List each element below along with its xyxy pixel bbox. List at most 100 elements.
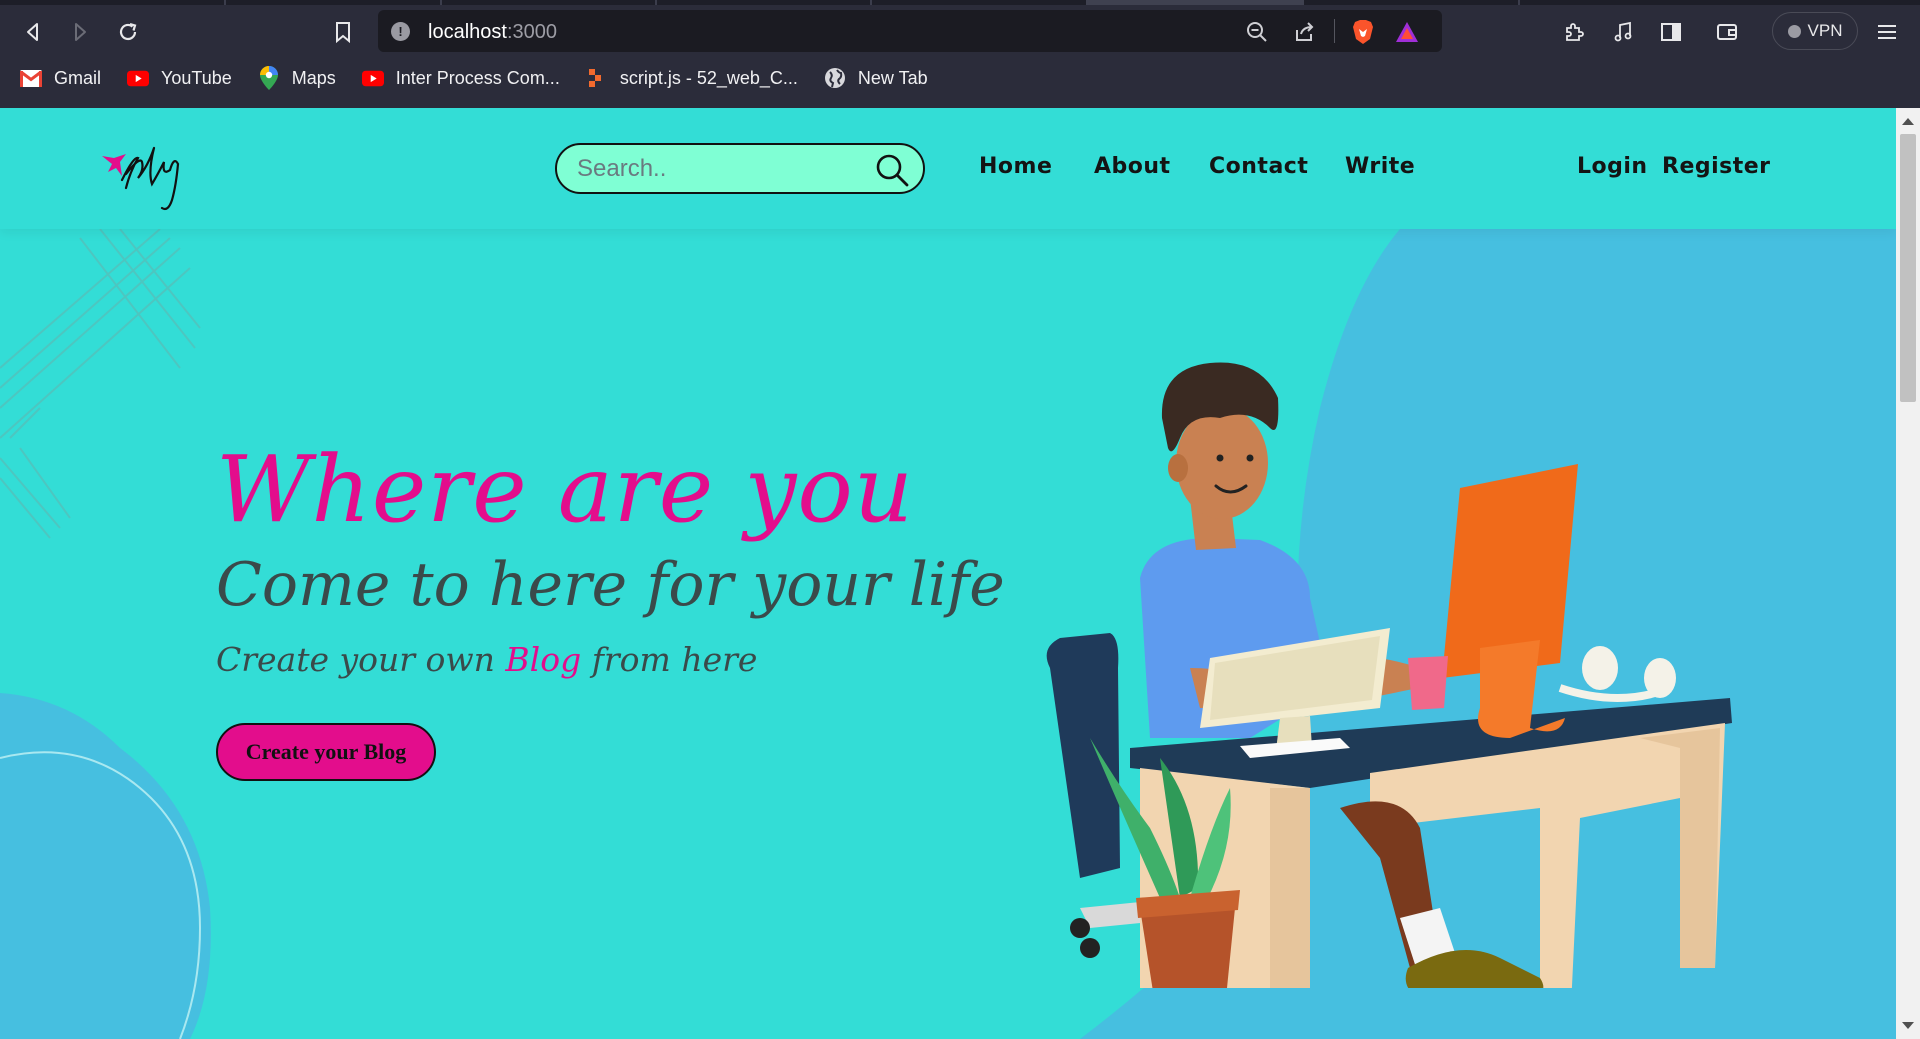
youtube-icon	[127, 67, 150, 89]
forward-button[interactable]	[63, 15, 97, 49]
page-scrollbar[interactable]	[1896, 108, 1920, 1039]
bird-icon	[102, 154, 126, 176]
url-port: :3000	[506, 21, 557, 43]
bookmark-script[interactable]: script.js - 52_web_C...	[586, 67, 798, 89]
bookmark-label: New Tab	[857, 67, 928, 88]
sidebar-button[interactable]	[1654, 15, 1688, 49]
bookmark-inter-process[interactable]: Inter Process Com...	[361, 67, 560, 89]
brave-lion-icon	[1353, 20, 1373, 44]
headphones-band	[1558, 684, 1672, 702]
bookmark-label: Maps	[291, 67, 336, 88]
hero-text: Where are you Come to here for your life…	[216, 436, 1005, 680]
tab-separator	[440, 0, 442, 5]
background-blob-left	[0, 693, 211, 1039]
back-icon	[27, 23, 38, 41]
url-host: localhost	[428, 21, 507, 43]
bookmark-label: script.js - 52_web_C...	[619, 67, 798, 88]
reload-icon	[119, 22, 137, 41]
rewards-triangle-icon	[1396, 22, 1418, 42]
sky-logo[interactable]	[100, 126, 200, 214]
vpn-button[interactable]: VPN	[1772, 12, 1858, 50]
tab-separator	[870, 0, 872, 5]
background-crosshatch	[0, 228, 201, 539]
chair-wheel	[1080, 938, 1100, 958]
bookmark-button[interactable]	[326, 15, 360, 49]
youtube-icon	[361, 67, 384, 89]
nav-login[interactable]: Login	[1577, 154, 1648, 179]
brave-shields-button[interactable]	[1348, 17, 1378, 47]
create-blog-button[interactable]: Create your Blog	[216, 723, 436, 781]
hero-title: Where are you	[216, 436, 915, 543]
bookmark-label: Gmail	[54, 67, 102, 88]
share-icon	[1296, 22, 1314, 41]
tab-separator	[1518, 0, 1520, 5]
logo-script	[120, 146, 180, 211]
search-icon[interactable]	[875, 153, 909, 187]
vpn-status-icon	[1787, 24, 1801, 38]
bookmark-label: Inter Process Com...	[395, 67, 560, 88]
zoom-button[interactable]	[1242, 17, 1272, 47]
browser-toolbar: ! localhost:3000 VPN	[0, 9, 1920, 53]
tab-separator	[224, 0, 226, 5]
puzzle-icon	[1566, 23, 1584, 41]
scroll-up-icon[interactable]	[1902, 118, 1914, 125]
tagline-highlight: Blog	[505, 640, 582, 679]
bookmark-maps[interactable]: Maps	[258, 66, 336, 90]
headphones-icon	[1582, 646, 1618, 690]
tab-separator	[655, 0, 657, 5]
hamburger-icon	[1878, 25, 1896, 39]
nav-home[interactable]: Home	[979, 154, 1052, 179]
tagline-text: Create your own	[216, 640, 506, 679]
forward-icon	[75, 23, 86, 41]
media-button[interactable]	[1606, 15, 1640, 49]
bookmarks-bar: Gmail YouTube Maps Inter Process Com... …	[0, 62, 1920, 94]
zoom-out-icon	[1247, 22, 1267, 42]
bookmark-new-tab[interactable]: New Tab	[824, 67, 928, 89]
tab-strip	[0, 0, 1920, 5]
reload-button[interactable]	[111, 15, 145, 49]
search-box	[555, 143, 925, 194]
share-button[interactable]	[1290, 17, 1320, 47]
brave-rewards-button[interactable]	[1392, 17, 1422, 47]
active-tab[interactable]	[1086, 0, 1304, 5]
bookmark-gmail[interactable]: Gmail	[20, 67, 101, 89]
scroll-down-icon[interactable]	[1902, 1022, 1914, 1029]
gmail-icon	[20, 67, 42, 89]
bookmark-label: YouTube	[161, 67, 232, 88]
tagline-text: from here	[581, 640, 758, 679]
nav-contact[interactable]: Contact	[1209, 154, 1308, 179]
person-ear	[1168, 454, 1188, 482]
sidebar-icon	[1661, 23, 1681, 41]
hero-tagline: Create your own Blog from here	[216, 640, 1005, 679]
desk-left-side	[1270, 788, 1310, 988]
address-bar[interactable]: ! localhost:3000	[378, 10, 1442, 52]
code-icon	[586, 67, 608, 89]
nav-write[interactable]: Write	[1345, 154, 1415, 179]
music-note-icon	[1614, 21, 1632, 42]
maps-icon	[258, 66, 280, 90]
url-text[interactable]: localhost:3000	[428, 21, 557, 44]
browser-chrome: ! localhost:3000 VPN Gmail YouTube Maps …	[0, 0, 1920, 108]
nav-about[interactable]: About	[1094, 154, 1171, 179]
person-eye	[1216, 454, 1224, 462]
bookmark-youtube[interactable]: YouTube	[127, 67, 232, 89]
site-navbar: Home About Contact Write Login Register	[0, 108, 1896, 229]
extensions-button[interactable]	[1557, 15, 1591, 49]
site-info-icon[interactable]: !	[391, 22, 410, 41]
menu-button[interactable]	[1870, 15, 1904, 49]
omnibox-divider	[1334, 19, 1335, 43]
vpn-label: VPN	[1807, 21, 1843, 40]
chair-wheel	[1070, 918, 1090, 938]
scrollbar-thumb[interactable]	[1900, 134, 1916, 402]
mug-icon	[1408, 656, 1448, 710]
globe-icon	[824, 67, 846, 89]
nav-register[interactable]: Register	[1662, 154, 1771, 179]
wallet-button[interactable]	[1710, 15, 1744, 49]
chair-back	[1046, 633, 1120, 878]
page-viewport: Home About Contact Write Login Register …	[0, 108, 1896, 1039]
back-button[interactable]	[16, 15, 50, 49]
hero-subtitle: Come to here for your life	[216, 550, 1005, 620]
hero-illustration	[1046, 362, 1732, 988]
wallet-icon	[1717, 24, 1737, 40]
search-input[interactable]	[577, 155, 857, 183]
